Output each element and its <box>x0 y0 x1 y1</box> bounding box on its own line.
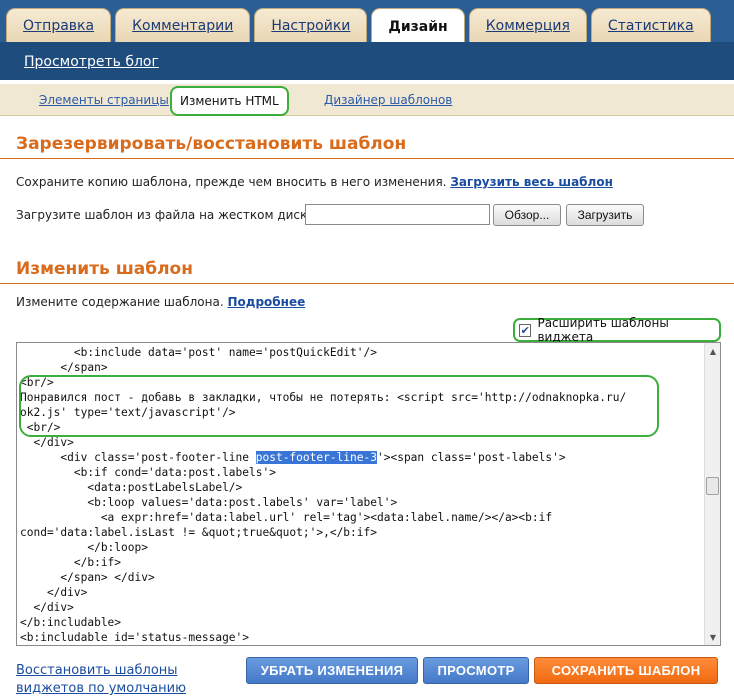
code-text: <b:if cond='data:post.labels'> <box>20 466 276 479</box>
backup-save-row: Сохраните копию шаблона, прежде чем внос… <box>16 175 613 189</box>
template-code-editor[interactable]: <b:include data='post' name='postQuickEd… <box>16 342 721 646</box>
code-text: </b:includable> <box>20 616 122 629</box>
code-line: <b:include data='post' name='postQuickEd… <box>20 345 705 360</box>
edit-desc-row: Измените содержание шаблона. Подробнее <box>16 295 305 309</box>
code-text: '><span class='post-labels'> <box>377 451 566 464</box>
code-text: <b:includable id='status-message'> <box>20 631 250 644</box>
preview-button[interactable]: ПРОСМОТР <box>423 657 529 684</box>
tab-design[interactable]: Дизайн <box>371 8 465 44</box>
code-line: </div> <box>20 600 705 615</box>
code-line: </span> </div> <box>20 570 705 585</box>
top-header: Отправка Комментарии Настройки Дизайн Ко… <box>0 0 734 80</box>
code-text: </span> </div> <box>20 571 155 584</box>
subtab-page-elements[interactable]: Элементы страницы <box>39 93 169 107</box>
triangle-up-icon[interactable]: ▲ <box>705 343 720 359</box>
restore-default-widgets-link[interactable]: Восстановить шаблоны виджетов по умолчан… <box>16 662 236 698</box>
code-line: </div> <box>20 435 705 450</box>
code-line: </span> <box>20 360 705 375</box>
learn-more-link[interactable]: Подробнее <box>227 295 305 309</box>
code-line: <b:if cond='data:post.labels'> <box>20 465 705 480</box>
code-line: <b:includable id='status-message'> <box>20 630 705 645</box>
code-line: </b:includable> <box>20 615 705 630</box>
subtab-edit-html[interactable]: Изменить HTML <box>170 86 289 116</box>
code-text: </div> <box>20 586 88 599</box>
code-line: <b:loop values='data:post.labels' var='l… <box>20 495 705 510</box>
download-template-link[interactable]: Загрузить весь шаблон <box>450 175 613 189</box>
code-text: <b:loop values='data:post.labels' var='l… <box>20 496 398 509</box>
tab-comments[interactable]: Комментарии <box>115 8 251 42</box>
edit-desc-text: Измените содержание шаблона. <box>16 295 224 309</box>
upload-text: Загрузите шаблон из файла на жестком дис… <box>16 208 319 222</box>
scrollbar-thumb[interactable] <box>706 477 719 495</box>
editor-scrollbar[interactable]: ▲ ▼ <box>704 343 720 645</box>
backup-save-text: Сохраните копию шаблона, прежде чем внос… <box>16 175 447 189</box>
section-divider <box>0 158 734 159</box>
inserted-code-highlight <box>19 375 659 437</box>
section-divider <box>0 283 734 284</box>
code-line: </div> <box>20 585 705 600</box>
code-text: </div> <box>20 436 74 449</box>
code-line: </b:loop> <box>20 540 705 555</box>
code-line: </b:if> <box>20 555 705 570</box>
triangle-down-icon[interactable]: ▼ <box>705 629 720 645</box>
code-line: <data:postLabelsLabel/> <box>20 480 705 495</box>
code-text: </span> <box>20 361 108 374</box>
code-text: <div class='post-footer-line <box>20 451 256 464</box>
sub-tabs: Элементы страницы Изменить HTML Дизайнер… <box>0 84 734 116</box>
discard-changes-button[interactable]: УБРАТЬ ИЗМЕНЕНИЯ <box>246 657 418 684</box>
browse-button[interactable]: Обзор... <box>493 204 561 226</box>
backup-section-title: Зарезервировать/восстановить шаблон <box>16 134 407 154</box>
upload-file-input[interactable] <box>305 204 490 225</box>
view-blog-link[interactable]: Просмотреть блог <box>24 54 159 70</box>
code-text: </b:if> <box>20 556 122 569</box>
checkmark-icon[interactable]: ✔ <box>519 323 532 337</box>
upload-button[interactable]: Загрузить <box>566 204 644 226</box>
expand-widgets-checkbox-row[interactable]: ✔ Расширить шаблоны виджета <box>513 316 721 344</box>
save-template-button[interactable]: СОХРАНИТЬ ШАБЛОН <box>534 657 718 684</box>
code-text: <b:include data='post' name='postQuickEd… <box>20 346 377 359</box>
subtab-template-designer[interactable]: Дизайнер шаблонов <box>324 93 452 107</box>
selected-text: post-footer-line-3 <box>255 451 377 464</box>
main-tabs: Отправка Комментарии Настройки Дизайн Ко… <box>6 8 711 44</box>
tab-posting[interactable]: Отправка <box>6 8 112 42</box>
tab-settings[interactable]: Настройки <box>254 8 368 42</box>
code-text: </b:loop> <box>20 541 148 554</box>
code-line: <div class='post-footer-line post-footer… <box>20 450 705 465</box>
tab-monetize[interactable]: Коммерция <box>468 8 587 42</box>
tab-stats[interactable]: Статистика <box>590 8 711 42</box>
code-text: <a expr:href='data:label.url' rel='tag'>… <box>20 511 553 524</box>
expand-widgets-label: Расширить шаблоны виджета <box>537 316 669 344</box>
code-line: cond='data:label.isLast != &quot;true&qu… <box>20 525 705 540</box>
code-text: </div> <box>20 601 74 614</box>
header-bar: Просмотреть блог <box>0 42 734 80</box>
edit-section-title: Изменить шаблон <box>16 259 193 279</box>
code-text: cond='data:label.isLast != &quot;true&qu… <box>20 526 377 539</box>
code-line: <a expr:href='data:label.url' rel='tag'>… <box>20 510 705 525</box>
code-text: <data:postLabelsLabel/> <box>20 481 243 494</box>
